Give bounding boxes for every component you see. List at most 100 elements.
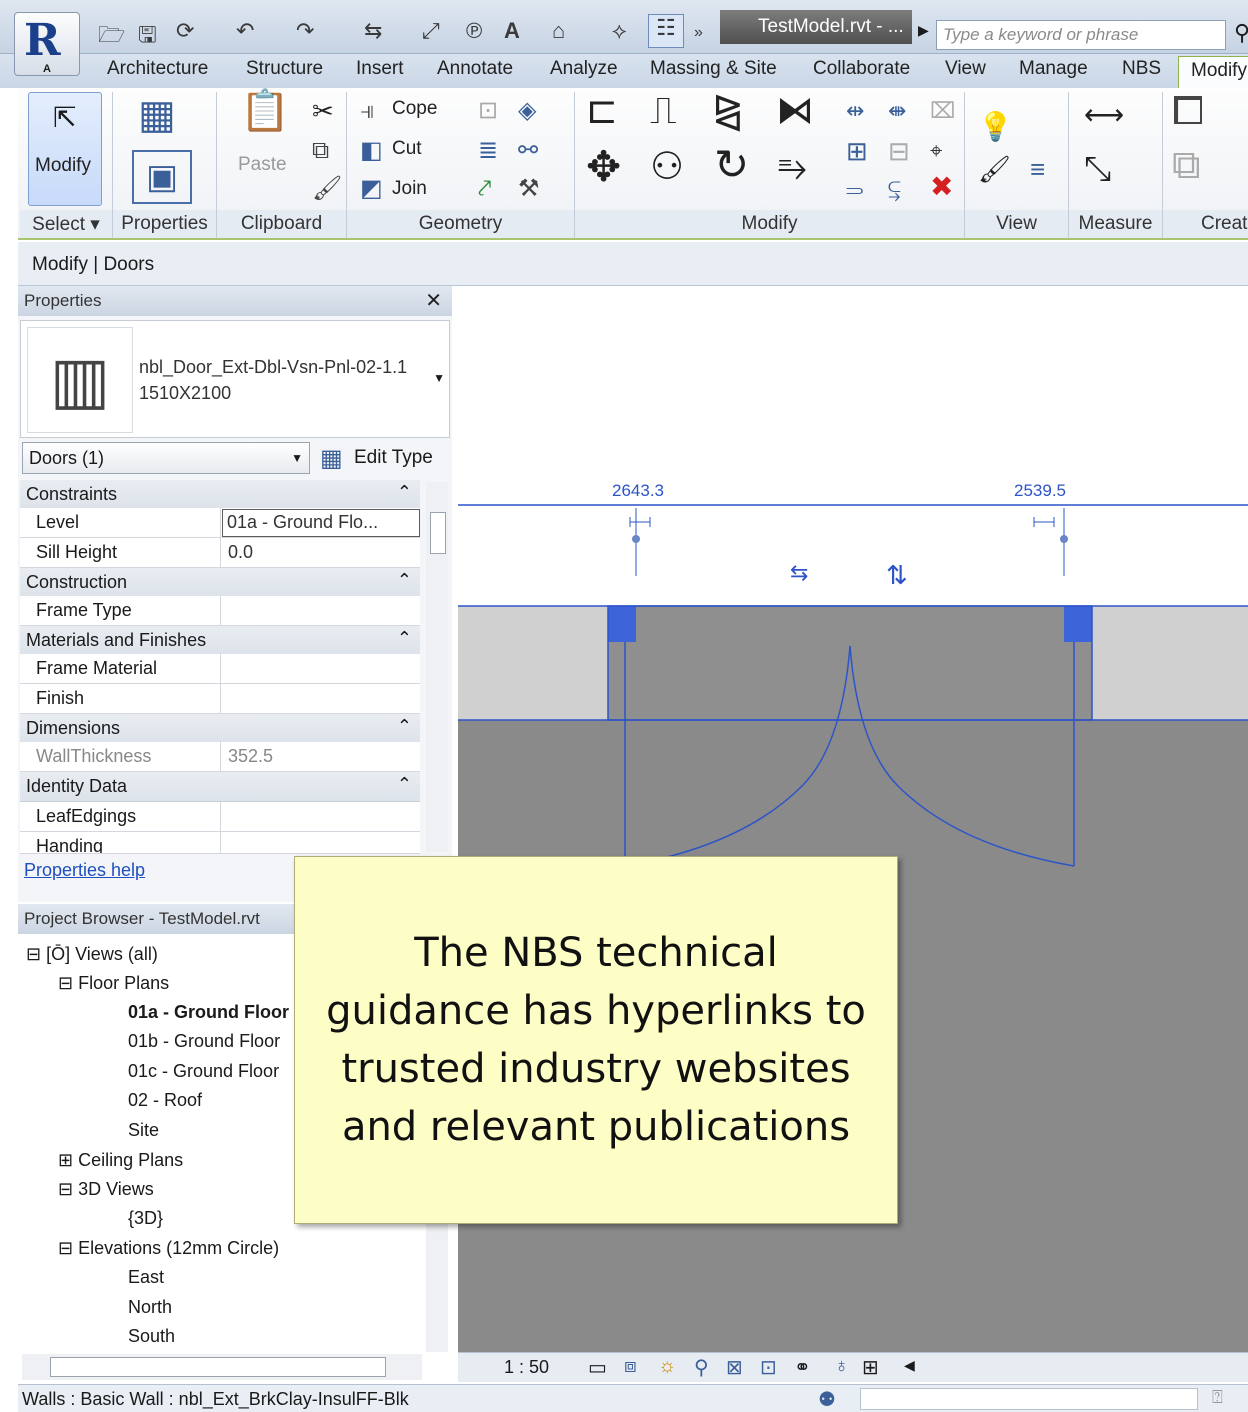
- group-constraints[interactable]: Constraints ⌃: [20, 480, 420, 510]
- temporary-hide-icon[interactable]: ⚭: [794, 1355, 811, 1380]
- collapse-icon[interactable]: ⌃: [397, 716, 412, 737]
- cut-geometry-icon[interactable]: ◧: [360, 136, 383, 166]
- join-button[interactable]: Join: [392, 178, 427, 200]
- sun-path-icon[interactable]: ☼: [658, 1355, 676, 1378]
- tree-node-ceiling-plans[interactable]: ⊞ Ceiling Plans: [58, 1150, 183, 1171]
- flip-facing-icon[interactable]: ⇆: [790, 561, 808, 586]
- properties-icon[interactable]: ▣: [132, 150, 192, 204]
- group-dimensions[interactable]: Dimensions ⌃: [20, 714, 420, 744]
- tree-node-floor-plans[interactable]: ⊟ Floor Plans: [58, 973, 169, 994]
- text-icon[interactable]: A: [504, 18, 520, 44]
- tab-insert[interactable]: Insert: [356, 58, 404, 80]
- cope-icon[interactable]: ⫣: [360, 96, 374, 126]
- mirror-draw-icon[interactable]: ⧑: [776, 92, 814, 130]
- aligned-dimension-icon[interactable]: ⤢: [422, 18, 440, 44]
- tree-item-east[interactable]: East: [128, 1267, 164, 1288]
- group-construction[interactable]: Construction ⌃: [20, 568, 420, 598]
- design-options-dropdown[interactable]: [860, 1388, 1198, 1410]
- properties-help-link[interactable]: Properties help: [24, 860, 145, 881]
- wall-profile-icon[interactable]: ⤤: [478, 174, 492, 204]
- tree-item-south[interactable]: South: [128, 1326, 175, 1347]
- split-element-icon[interactable]: ⇹: [846, 96, 864, 126]
- collapse-icon[interactable]: ⌃: [397, 482, 412, 503]
- copy-icon[interactable]: ⧉: [312, 136, 329, 166]
- pin-icon[interactable]: ⌖: [930, 136, 942, 166]
- tree-item-north[interactable]: North: [128, 1297, 172, 1318]
- wall-left[interactable]: [458, 606, 608, 720]
- measure-icon[interactable]: ⇆: [364, 18, 382, 44]
- group-identity-data[interactable]: Identity Data ⌃: [20, 772, 420, 802]
- show-crop-icon[interactable]: ⊡: [760, 1355, 777, 1380]
- collapse-icon[interactable]: ⌃: [397, 570, 412, 591]
- section-icon[interactable]: ⟡: [612, 18, 627, 44]
- scroll-thumb[interactable]: [430, 512, 446, 554]
- shadows-icon[interactable]: ⚲: [694, 1355, 709, 1380]
- browser-hscrollbar[interactable]: [22, 1354, 422, 1380]
- tab-collaborate[interactable]: Collaborate: [813, 58, 910, 80]
- tab-structure[interactable]: Structure: [246, 58, 323, 80]
- scroll-thumb[interactable]: [50, 1357, 386, 1377]
- trim-multiple-icon[interactable]: ⥹: [888, 174, 901, 204]
- linework-icon[interactable]: ≡: [1030, 154, 1045, 184]
- more-icon[interactable]: »: [694, 24, 703, 42]
- tree-node-3d-views[interactable]: ⊟ 3D Views: [58, 1179, 154, 1200]
- tree-item-01b[interactable]: 01b - Ground Floor: [128, 1031, 280, 1052]
- crop-view-icon[interactable]: ⊠: [726, 1355, 743, 1380]
- collapse-icon[interactable]: ⌃: [397, 628, 412, 649]
- chevron-left-icon[interactable]: ◀: [904, 1357, 915, 1374]
- worksets-icon[interactable]: ⚉: [818, 1387, 836, 1412]
- switch-windows-icon[interactable]: ☷: [648, 14, 684, 48]
- delete-icon[interactable]: ✖: [930, 172, 953, 202]
- tree-node-elevations[interactable]: ⊟ Elevations (12mm Circle): [58, 1238, 279, 1259]
- dimension-label-right[interactable]: 2539.5: [1014, 481, 1066, 500]
- flip-hand-icon[interactable]: ⇅: [886, 561, 908, 591]
- rotate-icon[interactable]: ↻: [714, 144, 749, 186]
- split-gap-icon[interactable]: ⇼: [888, 96, 906, 126]
- scale-icon[interactable]: ⊟: [888, 136, 910, 166]
- tree-item-01a[interactable]: 01a - Ground Floor: [128, 1002, 289, 1023]
- create-parts-icon[interactable]: ⧉: [1172, 145, 1201, 185]
- mirror-axis-icon[interactable]: ⧎: [712, 92, 744, 130]
- dimension-grip-left[interactable]: [632, 535, 640, 543]
- close-icon[interactable]: ✕: [425, 288, 442, 313]
- create-group-icon[interactable]: ⧠: [1172, 91, 1204, 131]
- tab-view[interactable]: View: [945, 58, 986, 80]
- modify-button[interactable]: ⇱ Modify: [28, 92, 102, 206]
- tab-manage[interactable]: Manage: [1019, 58, 1088, 80]
- measure-distance-icon[interactable]: ⟷: [1084, 100, 1124, 130]
- collapse-icon[interactable]: ⌃: [397, 774, 412, 795]
- type-properties-icon[interactable]: ▦: [138, 95, 176, 135]
- analytical-model-icon[interactable]: ⊞: [862, 1355, 879, 1380]
- cut-button[interactable]: Cut: [392, 138, 422, 160]
- array-icon[interactable]: ⊞: [846, 136, 868, 166]
- dimension-grip-right[interactable]: [1060, 535, 1068, 543]
- reveal-hidden-icon[interactable]: ♁: [834, 1355, 849, 1378]
- 3d-view-icon[interactable]: ⌂: [552, 18, 565, 44]
- measure-along-icon[interactable]: ⤡: [1084, 152, 1111, 186]
- edit-type-button[interactable]: ▦ Edit Type: [318, 442, 448, 474]
- application-menu-button[interactable]: R A: [14, 12, 80, 76]
- tree-item-01c[interactable]: 01c - Ground Floor: [128, 1061, 279, 1082]
- detail-level-icon[interactable]: ▭: [588, 1355, 607, 1380]
- tree-node-views[interactable]: ⊟ [Ō] Views (all): [26, 944, 158, 965]
- unpin-icon[interactable]: ⌧: [930, 96, 955, 126]
- sync-icon[interactable]: ⟳: [176, 18, 194, 44]
- panel-select[interactable]: Select ▾: [20, 210, 112, 238]
- binoculars-icon[interactable]: ⚲: [1234, 20, 1248, 46]
- match-type-icon[interactable]: 🖌: [312, 174, 342, 204]
- tree-item-site[interactable]: Site: [128, 1120, 159, 1141]
- group-materials[interactable]: Materials and Finishes ⌃: [20, 626, 420, 656]
- tag-icon[interactable]: ℗: [466, 18, 482, 44]
- redo-icon[interactable]: ↷: [296, 18, 314, 44]
- cut-clipboard-icon[interactable]: ✂: [312, 96, 334, 126]
- tab-architecture[interactable]: Architecture: [107, 58, 208, 80]
- tab-annotate[interactable]: Annotate: [437, 58, 513, 80]
- join-icon[interactable]: ◩: [360, 174, 383, 204]
- lightbulb-icon[interactable]: 💡: [978, 112, 1013, 142]
- wall-right[interactable]: [1092, 606, 1248, 720]
- wall-joins-icon[interactable]: ⊡: [478, 96, 498, 126]
- offset-icon[interactable]: ⎍: [650, 92, 677, 130]
- cope-button[interactable]: Cope: [392, 98, 437, 120]
- properties-scrollbar[interactable]: [426, 482, 448, 852]
- trim-single-icon[interactable]: ⥰: [846, 174, 864, 204]
